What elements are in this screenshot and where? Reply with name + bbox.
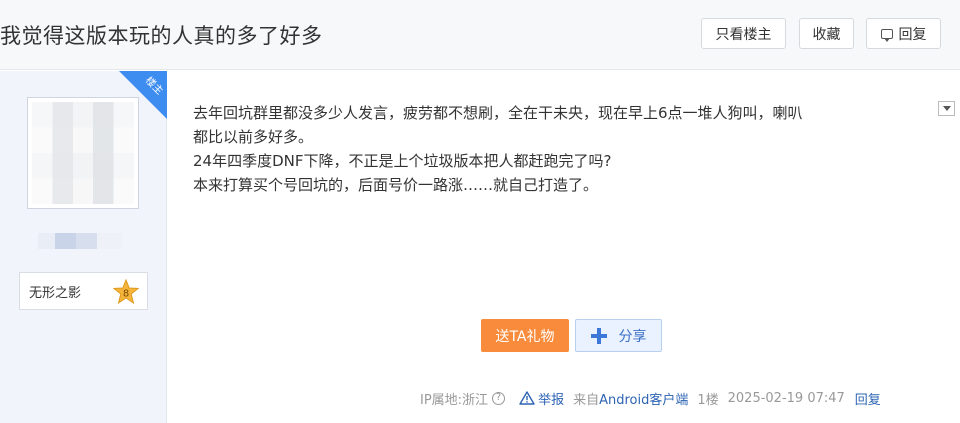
post-timestamp: 2025-02-19 07:47 (727, 390, 845, 406)
plus-cross-icon (590, 327, 607, 344)
warning-triangle-icon (519, 391, 535, 405)
ip-location: IP属地:浙江 (420, 392, 489, 408)
level-number: 8 (123, 289, 129, 300)
post-paragraph: 24年四季度DNF下降，不正是上个垃圾版本把人都赶跑完了吗? (193, 152, 612, 170)
reply-button[interactable]: 回复 (866, 18, 941, 49)
level-badge[interactable]: 无形之影 8 (19, 272, 148, 310)
reply-label: 回复 (898, 26, 927, 43)
send-gift-button[interactable]: 送TA礼物 (481, 319, 569, 352)
report-label: 举报 (538, 392, 565, 408)
share-label: 分享 (618, 328, 647, 345)
share-button[interactable]: 分享 (575, 319, 662, 352)
post-footer: IP属地:浙江 ? 举报 来自Android客户端 1楼 2025-02-19 … (420, 387, 881, 409)
client-source: 来自Android客户端 (573, 389, 688, 408)
author-sidebar: 无形之影 8 (0, 71, 167, 423)
gift-label: 送TA礼物 (495, 328, 555, 345)
thread-header: 我觉得这版本玩的人真的多了好多 只看楼主 收藏 回复 (0, 0, 960, 70)
star-badge-icon: 8 (113, 279, 139, 305)
client-link[interactable]: Android客户端 (599, 393, 688, 408)
favorite-label: 收藏 (812, 26, 841, 43)
level-name: 无形之影 (29, 285, 82, 301)
post-content: 去年回坑群里都没多少人发言，疲劳都不想刷，全在干未央，现在早上6点一堆人狗叫，喇… (193, 101, 933, 197)
reply-link[interactable]: 回复 (855, 389, 881, 408)
only-op-label: 只看楼主 (715, 26, 772, 43)
dropdown-arrow-icon[interactable] (938, 101, 955, 116)
only-op-button[interactable]: 只看楼主 (701, 18, 786, 49)
report-link[interactable]: 举报 (519, 389, 564, 408)
reply-icon (880, 28, 893, 42)
post-paragraph: 本来打算买个号回坑的，后面号价一路涨……就自己打造了。 (193, 176, 599, 194)
op-corner-tag: 楼主 (119, 71, 167, 119)
username-blurred[interactable] (38, 233, 122, 249)
post-paragraph: 去年回坑群里都没多少人发言，疲劳都不想刷，全在干未央，现在早上6点一堆人狗叫，喇… (193, 104, 803, 146)
favorite-button[interactable]: 收藏 (799, 18, 854, 49)
question-circle-icon[interactable]: ? (492, 391, 506, 405)
from-prefix: 来自 (573, 392, 600, 408)
floor-number: 1楼 (697, 392, 719, 408)
thread-title: 我觉得这版本玩的人真的多了好多 (0, 24, 323, 48)
